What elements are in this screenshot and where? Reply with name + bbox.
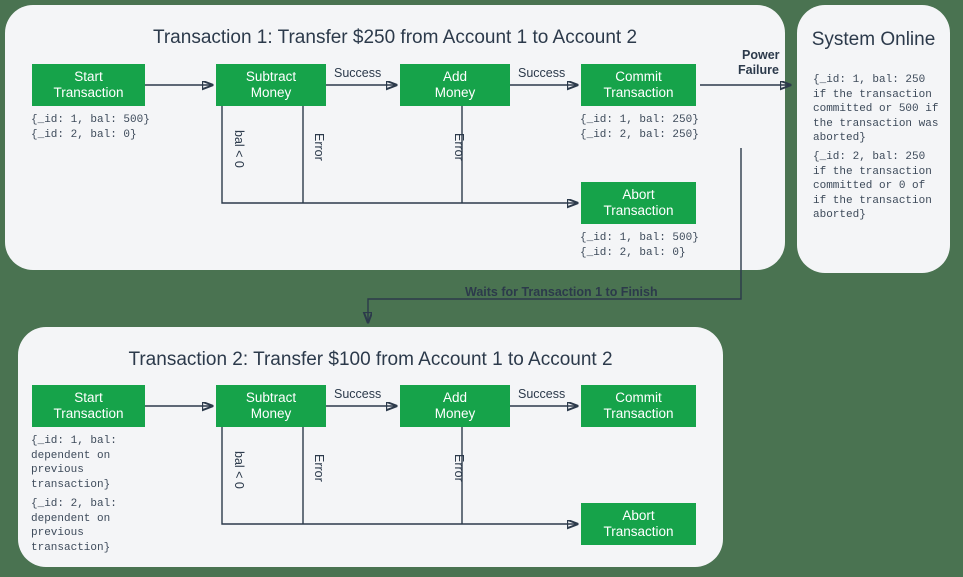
diagram-canvas: Transaction 1: Transfer $250 from Accoun… [0,0,963,577]
p2-add-label-line1: Add [442,390,468,405]
p1-commit-transaction-node[interactable]: Commit Transaction [581,64,696,106]
p1-start-transaction-node[interactable]: Start Transaction [32,64,145,106]
p2-error-label-2: Error [452,454,466,482]
p1-subtract-label-line1: Subtract [245,69,297,84]
p1-error-label-1: Error [312,133,326,161]
transaction-2-title: Transaction 2: Transfer $100 from Accoun… [128,349,613,370]
p2-bal-lt-zero-label: bal < 0 [232,451,246,489]
p1-error-label-2: Error [452,133,466,161]
p2-subtract-label-line2: Money [250,406,292,421]
p2-abort-transaction-node[interactable]: Abort Transaction [581,503,696,545]
p2-abort-label-line2: Transaction [603,524,674,539]
p1-commit-state-annotation: {_id: 1, bal: 250} {_id: 2, bal: 250} [580,114,699,141]
p2-commit-label-line2: Transaction [603,406,674,421]
p2-start-state-annotation-1: {_id: 1, bal: dependent on previous tran… [31,435,117,491]
p1-abort-transaction-node[interactable]: Abort Transaction [581,182,696,224]
p2-add-money-node[interactable]: Add Money [400,385,510,427]
p1-subtract-money-node[interactable]: Subtract Money [216,64,326,106]
transaction-1-title: Transaction 1: Transfer $250 from Accoun… [152,27,638,48]
p2-start-label-line2: Transaction [53,406,124,421]
waits-for-transaction-label: Waits for Transaction 1 to Finish [465,285,658,299]
p2-success-label-2: Success [518,387,566,401]
p1-abort-label-line2: Transaction [603,203,674,218]
system-account-2-state: {_id: 2, bal: 250 if the transaction com… [813,151,932,221]
p2-subtract-money-node[interactable]: Subtract Money [216,385,326,427]
p1-add-money-node[interactable]: Add Money [400,64,510,106]
p1-add-label-line2: Money [434,85,476,100]
p1-bal-lt-zero-label: bal < 0 [232,130,246,168]
p2-add-label-line2: Money [434,406,476,421]
p2-commit-label-line1: Commit [615,390,662,405]
p2-start-transaction-node[interactable]: Start Transaction [32,385,145,427]
p1-start-state-annotation: {_id: 1, bal: 500} {_id: 2, bal: 0} [31,114,150,141]
p2-start-label-line1: Start [74,390,103,405]
p1-subtract-label-line2: Money [250,85,292,100]
p1-add-label-line1: Add [442,69,468,84]
p1-commit-label-line1: Commit [615,69,662,84]
system-online-title: System Online [811,29,936,50]
p2-success-label-1: Success [334,387,382,401]
p2-subtract-label-line1: Subtract [245,390,297,405]
p1-abort-state-annotation: {_id: 1, bal: 500} {_id: 2, bal: 0} [580,232,699,259]
p1-commit-label-line2: Transaction [603,85,674,100]
p1-success-label-2: Success [518,66,566,80]
power-failure-label-line1: Power [742,48,780,62]
p1-start-label-line1: Start [74,69,103,84]
p2-commit-transaction-node[interactable]: Commit Transaction [581,385,696,427]
p1-success-label-1: Success [334,66,382,80]
p2-abort-label-line1: Abort [622,508,655,523]
p1-abort-label-line1: Abort [622,187,655,202]
p2-error-label-1: Error [312,454,326,482]
p1-start-label-line2: Transaction [53,85,124,100]
p2-start-state-annotation-2: {_id: 2, bal: dependent on previous tran… [31,498,117,554]
system-account-1-state: {_id: 1, bal: 250 if the transaction com… [813,74,939,144]
power-failure-label-line2: Failure [738,63,779,77]
